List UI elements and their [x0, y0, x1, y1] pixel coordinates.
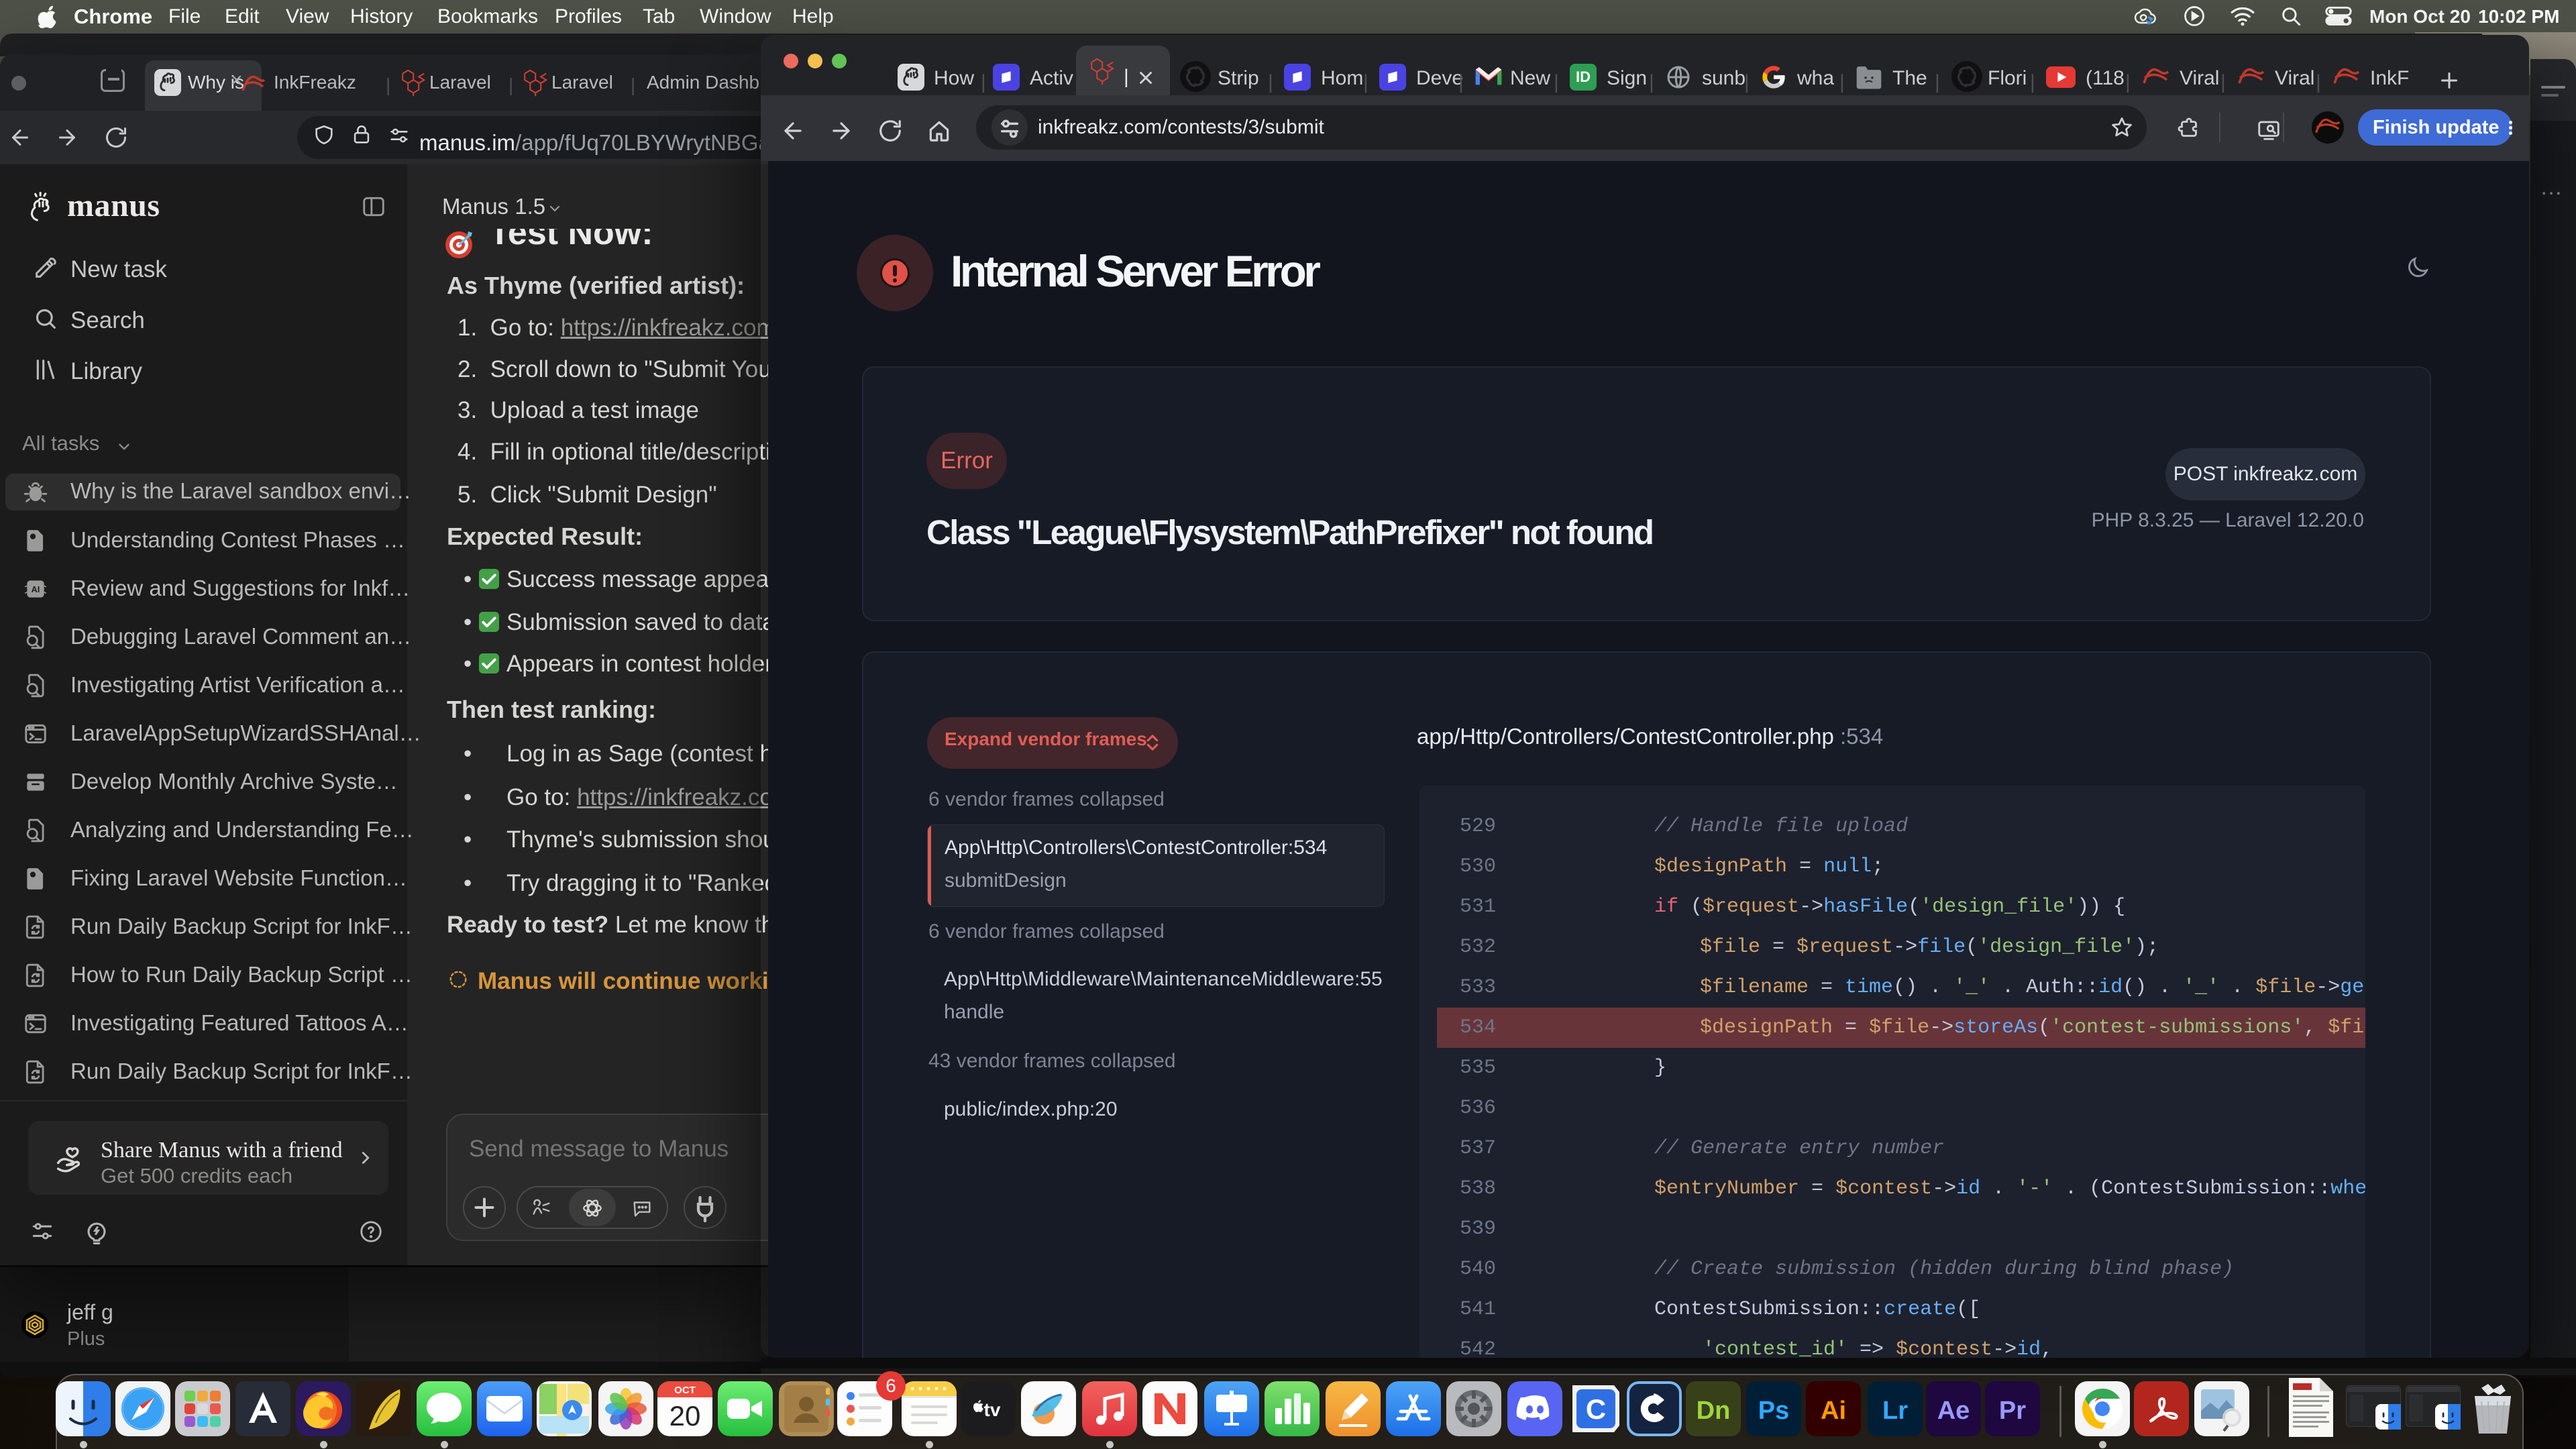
svg-text:Pr: Pr: [1999, 1397, 2026, 1425]
svg-text:20: 20: [669, 1400, 701, 1432]
svg-text:Ae: Ae: [1937, 1397, 1970, 1425]
svg-text:OCT: OCT: [674, 1385, 696, 1396]
svg-text:Lr: Lr: [1882, 1397, 1908, 1425]
svg-text:tv: tv: [984, 1399, 1001, 1420]
svg-text:Ps: Ps: [1758, 1397, 1789, 1425]
svg-text:Dn: Dn: [1697, 1397, 1731, 1425]
svg-text:C: C: [1586, 1393, 1606, 1425]
svg-text:Ai: Ai: [1821, 1397, 1846, 1425]
